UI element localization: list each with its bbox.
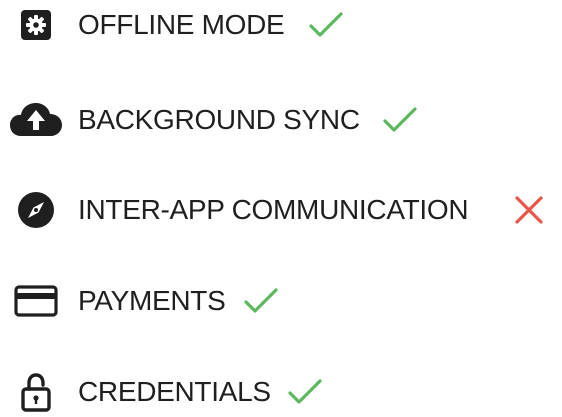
feature-label: INTER-APP COMMUNICATION (78, 194, 469, 225)
check-icon (382, 100, 418, 140)
cloud-upload-icon (0, 100, 72, 140)
feature-label: OFFLINE MODE (78, 9, 285, 40)
feature-list: OFFLINE MODE BACKGROUND SYNC INTER-APP C… (0, 0, 562, 417)
gear-icon (0, 5, 72, 45)
credit-card-icon (0, 281, 72, 321)
check-icon (243, 281, 279, 321)
feature-label: CREDENTIALS (78, 376, 271, 407)
close-icon (513, 190, 545, 230)
check-icon (308, 5, 344, 45)
feature-label: PAYMENTS (78, 285, 226, 316)
compass-icon (0, 190, 72, 230)
lock-icon (0, 372, 72, 412)
feature-label: BACKGROUND SYNC (78, 104, 360, 135)
check-icon (287, 372, 323, 412)
